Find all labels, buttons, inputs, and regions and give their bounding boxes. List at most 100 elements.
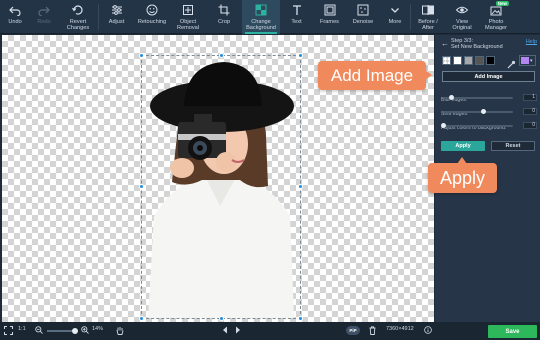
text-button[interactable]: Text [280,0,313,34]
actual-size-button[interactable]: 1:1 [18,326,26,332]
photo-manager-label: Photo Manager [484,19,508,31]
app-window: Undo Redo Revert Changes Adjust Retouchi… [0,0,540,340]
text-icon [290,3,304,17]
crop-icon [217,3,231,17]
step-title: Set New Background [451,44,503,50]
redo-label: Redo [37,19,51,25]
add-image-button[interactable]: Add Image [442,71,535,82]
zoom-in-icon[interactable] [81,326,89,334]
resize-handle[interactable] [139,53,144,58]
text-label: Text [291,19,302,25]
object-removal-icon [181,3,195,17]
sliders-icon [110,3,124,17]
next-arrow-icon[interactable] [235,326,241,334]
retouching-icon [145,3,159,17]
revert-label: Revert Changes [66,19,90,31]
apply-button[interactable]: Apply [441,141,485,151]
crop-label: Crop [217,19,231,25]
info-icon[interactable] [424,326,432,334]
resize-handle[interactable] [139,316,144,321]
selected-color-chip [521,57,529,64]
frames-label: Frames [320,19,339,25]
chevron-down-icon: ▾ [530,57,533,64]
zoom-level: 14% [92,326,104,332]
image-dimensions: 7360×4912 [386,326,414,332]
color-swatches [442,56,495,65]
resize-handle[interactable] [298,53,303,58]
adjust-colors-value[interactable]: 0 [523,122,537,129]
panel-header: ← Step 3/3: Set New Background Help [441,38,537,52]
new-badge: New [495,1,509,6]
eyedropper-icon[interactable] [507,56,516,69]
denoise-icon [356,3,370,17]
hand-tool-icon[interactable] [116,326,124,335]
help-link[interactable]: Help [526,39,537,45]
photo-selection-frame[interactable] [139,53,303,321]
before-after-icon [421,3,435,17]
undo-icon [8,3,22,17]
frames-button[interactable]: Frames [313,0,346,34]
zoom-out-icon[interactable] [35,326,43,334]
object-removal-label: Object Removal [176,19,200,31]
swatch-dark-gray[interactable] [475,56,484,65]
more-button[interactable]: More [380,0,410,34]
denoise-button[interactable]: Denoise [346,0,380,34]
zoom-slider-knob[interactable] [72,328,78,334]
adjust-colors-slider[interactable] [443,125,513,127]
adjust-label: Adjust [108,19,125,25]
step-indicator: Step 3/3: Set New Background [451,38,503,50]
photo-manager-button[interactable]: New Photo Manager [479,0,513,34]
swatch-transparent[interactable] [442,56,451,65]
redo-icon [37,3,51,17]
view-original-button[interactable]: View Original [445,0,479,34]
before-after-button[interactable]: Before / After [411,0,445,34]
shift-edges-value[interactable]: 0 [523,108,537,115]
crop-button[interactable]: Crop [206,0,242,34]
swatch-white[interactable] [453,56,462,65]
denoise-label: Denoise [352,19,374,25]
change-background-icon [254,3,268,17]
slider-knob[interactable] [481,109,486,114]
reset-button[interactable]: Reset [491,141,535,151]
slider-knob[interactable] [441,123,446,128]
more-label: More [388,19,402,25]
resize-handle[interactable] [219,53,224,58]
adjust-colors-control: Adjust colors to background: 0 [441,116,537,134]
view-original-label: View Original [452,19,472,31]
pip-toggle[interactable]: PiP [346,326,360,335]
color-picker[interactable]: ▾ [519,55,536,66]
adjust-button[interactable]: Adjust [99,0,134,34]
shift-edges-slider[interactable] [443,111,513,113]
before-after-label: Before / After [418,19,438,31]
undo-button[interactable]: Undo [0,0,30,34]
revert-icon [71,3,85,17]
back-arrow-icon[interactable]: ← [441,39,449,48]
photo-subject [148,62,294,318]
add-image-callout: Add Image [318,61,432,90]
resize-handle[interactable] [219,316,224,321]
frames-icon [323,3,337,17]
retouching-button[interactable]: Retouching [134,0,170,34]
fit-screen-icon[interactable] [4,326,13,335]
resize-handle[interactable] [139,184,144,189]
swatch-black[interactable] [486,56,495,65]
undo-label: Undo [8,19,22,25]
resize-handle[interactable] [298,316,303,321]
status-bar: 1:1 14% PiP 7360×4912 Save [0,322,540,340]
resize-handle[interactable] [298,184,303,189]
slider-knob[interactable] [449,95,454,100]
change-background-label: Change Background [246,19,276,31]
redo-button[interactable]: Redo [30,0,58,34]
retouching-label: Retouching [137,19,167,25]
chevron-down-icon [388,3,402,17]
toolbar: Undo Redo Revert Changes Adjust Retouchi… [0,0,540,34]
save-button[interactable]: Save [488,325,537,338]
revert-button[interactable]: Revert Changes [58,0,98,34]
blur-edges-value[interactable]: 1 [523,94,537,101]
previous-arrow-icon[interactable] [222,326,228,334]
swatch-gray[interactable] [464,56,473,65]
change-background-button[interactable]: Change Background [242,0,280,34]
object-removal-button[interactable]: Object Removal [170,0,206,34]
eye-icon [455,3,469,17]
trash-icon[interactable] [369,326,376,335]
